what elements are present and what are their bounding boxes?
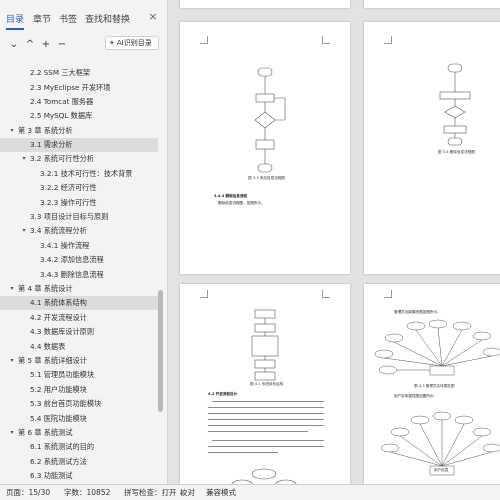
outline-item[interactable]: 6.3 功能测试 bbox=[0, 469, 158, 483]
add-icon[interactable]: + bbox=[40, 39, 52, 51]
outline-item[interactable]: 3.2.2 经济可行性 bbox=[0, 181, 158, 195]
entity-label: 用户信息 bbox=[434, 468, 449, 472]
outline-item[interactable]: 5.1 管理员功能模块 bbox=[0, 368, 158, 382]
outline-item[interactable]: 4.4 数据表 bbox=[0, 340, 158, 354]
outline-item[interactable]: 3.2.1 技术可行性：技术背景 bbox=[0, 167, 158, 181]
expand-triangle-icon[interactable]: ▾ bbox=[20, 224, 28, 238]
section-heading: 4.2 开发流程设计 bbox=[208, 392, 238, 396]
ai-recognize-toc-button[interactable]: ✦ AI识别目录 bbox=[105, 36, 159, 50]
paragraph: 删除信息流程图，如图所示。 bbox=[218, 201, 265, 205]
document-canvas[interactable]: 图 3-3 添加信息流程图 3.4.3 删除信息流程 删除信息流程图，如图所示。… bbox=[168, 0, 500, 484]
figure-caption: 图 3-4 删除信息流程图 bbox=[438, 150, 475, 154]
page-indicator[interactable]: 页面：15/30 bbox=[6, 485, 50, 500]
collapse-icon[interactable]: ⌄ bbox=[8, 39, 20, 51]
sidebar-tabs: 目录 章节 书签 查找和替换 × bbox=[0, 0, 168, 34]
outline-item[interactable]: 3.4.2 添加信息流程 bbox=[0, 253, 158, 267]
spell-check-toggle[interactable]: 拼写检查：打开 ⌄ bbox=[124, 485, 185, 500]
text-line bbox=[208, 407, 324, 409]
section-heading: 3.4.3 删除信息流程 bbox=[214, 194, 248, 198]
outline-list: 2.2 SSM 三大框架 2.3 MyEclipse 开发环境 2.4 Tomc… bbox=[0, 58, 168, 484]
figure-caption: 图 4-1 系统体系结构 bbox=[250, 382, 284, 386]
flowchart-figure bbox=[254, 67, 286, 173]
expand-triangle-icon[interactable]: ▾ bbox=[8, 354, 16, 368]
outline-item[interactable]: ▾ 第 6 章 系统测试 bbox=[0, 426, 158, 440]
entity-attribute-figure bbox=[380, 411, 500, 476]
text-line bbox=[208, 425, 324, 427]
outline-item[interactable]: 5.3 前台首页功能模块 bbox=[0, 397, 158, 411]
ai-sparkle-icon: ✦ bbox=[109, 39, 115, 47]
expand-triangle-icon[interactable]: ▾ bbox=[20, 152, 28, 166]
outline-sidebar: 目录 章节 书签 查找和替换 × ⌄ ^ + − ✦ AI识别目录 2.2 SSM… bbox=[0, 0, 168, 484]
document-page: 图 4-1 系统体系结构 4.2 开发流程设计 bbox=[180, 284, 350, 484]
text-line bbox=[208, 419, 324, 421]
outline-item-current[interactable]: 4.1 系统体系结构 bbox=[0, 296, 158, 310]
outline-item[interactable]: 4.3 数据库设计原则 bbox=[0, 325, 158, 339]
active-tab-indicator bbox=[6, 28, 24, 30]
diagram-figure bbox=[231, 468, 297, 484]
figure-caption: 图 4-3 管理员实体属性图 bbox=[414, 384, 455, 388]
status-bar: 页面：15/30 字数：10852 拼写检查：打开 ⌄ 校对 兼容模式 bbox=[0, 484, 500, 500]
tab-toc[interactable]: 目录 bbox=[6, 12, 24, 25]
outline-item[interactable]: 2.5 MySQL 数据库 bbox=[0, 109, 158, 123]
outline-item[interactable]: ▾ 3.4 系统流程分析 bbox=[0, 224, 158, 238]
tab-find-replace[interactable]: 查找和替换 bbox=[85, 12, 130, 25]
text-line bbox=[212, 401, 324, 403]
outline-item[interactable]: ▾ 第 4 章 系统设计 bbox=[0, 282, 158, 296]
document-page: 图 3-4 删除信息流程图 bbox=[364, 22, 500, 274]
text-line bbox=[208, 452, 278, 454]
outline-item[interactable]: ▾ 3.2 系统可行性分析 bbox=[0, 152, 158, 166]
outline-item[interactable]: 6.2 系统测试方法 bbox=[0, 455, 158, 469]
expand-triangle-icon[interactable]: ▾ bbox=[8, 282, 16, 296]
close-icon[interactable]: × bbox=[147, 11, 159, 23]
page-fragment bbox=[364, 0, 500, 8]
proofread-button[interactable]: 校对 bbox=[180, 485, 195, 500]
outline-item[interactable]: 6.1 系统测试的目的 bbox=[0, 440, 158, 454]
spell-check-label: 拼写检查：打开 bbox=[124, 488, 177, 497]
page-fragment bbox=[180, 0, 350, 8]
tab-chapters[interactable]: 章节 bbox=[33, 12, 51, 25]
flowchart-figure bbox=[439, 63, 471, 146]
outline-scrollbar[interactable] bbox=[158, 290, 163, 412]
move-up-icon[interactable]: ^ bbox=[24, 39, 36, 51]
paragraph: 管理员功能模块图如图所示。 bbox=[394, 310, 441, 314]
text-line bbox=[208, 413, 324, 415]
outline-item[interactable]: 5.2 用户功能模块 bbox=[0, 383, 158, 397]
compat-mode-label: 兼容模式 bbox=[206, 488, 236, 497]
outline-item[interactable]: 3.4.1 操作流程 bbox=[0, 239, 158, 253]
figure-caption: 图 3-3 添加信息流程图 bbox=[248, 176, 285, 180]
paragraph: 用户实体属性图如图所示。 bbox=[394, 394, 438, 398]
text-line bbox=[208, 446, 324, 448]
ai-recognize-label: AI识别目录 bbox=[116, 39, 152, 47]
outline-item[interactable]: 2.4 Tomcat 服务器 bbox=[0, 95, 158, 109]
outline-item[interactable]: 5.4 医院功能模块 bbox=[0, 412, 158, 426]
outline-item[interactable]: 4.2 开发流程设计 bbox=[0, 311, 158, 325]
outline-item[interactable]: ▾ 第 5 章 系统详细设计 bbox=[0, 354, 158, 368]
word-count[interactable]: 字数：10852 bbox=[64, 485, 110, 500]
outline-item[interactable]: 3.2.3 操作可行性 bbox=[0, 196, 158, 210]
document-page: 图 3-3 添加信息流程图 3.4.3 删除信息流程 删除信息流程图，如图所示。 bbox=[180, 22, 350, 274]
expand-triangle-icon[interactable]: ▾ bbox=[8, 124, 16, 138]
outline-item[interactable]: 3.3 项目设计目标与原则 bbox=[0, 210, 158, 224]
expand-triangle-icon[interactable]: ▾ bbox=[8, 426, 16, 440]
architecture-figure bbox=[251, 309, 279, 381]
outline-item[interactable]: 2.3 MyEclipse 开发环境 bbox=[0, 81, 158, 95]
outline-item[interactable]: ▾ 第 3 章 系统分析 bbox=[0, 124, 158, 138]
remove-icon[interactable]: − bbox=[56, 39, 68, 51]
document-page: 管理员功能模块图如图所示。 图 4-3 管理员实体属性图 用户实体属性图如图所示… bbox=[364, 284, 500, 484]
text-line bbox=[212, 440, 324, 442]
text-line bbox=[208, 431, 308, 433]
tab-bookmarks[interactable]: 书签 bbox=[59, 12, 77, 25]
outline-item[interactable]: 3.4.3 删除信息流程 bbox=[0, 268, 158, 282]
outline-item[interactable]: 3.1 需求分析 bbox=[0, 138, 158, 152]
outline-item[interactable]: 2.2 SSM 三大框架 bbox=[0, 66, 158, 80]
